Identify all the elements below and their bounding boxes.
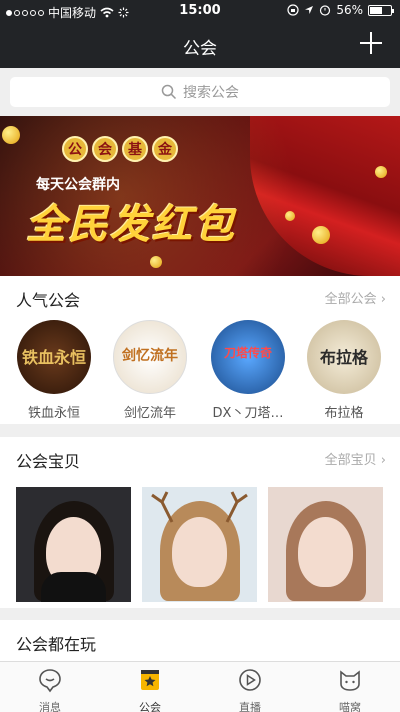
guild-avatar: 剑忆流年 (113, 320, 187, 394)
guild-avatar: 布拉格 (307, 320, 381, 394)
guild-avatar-text: 布拉格 (319, 348, 368, 367)
guild-avatar: 铁血永恒 (17, 320, 91, 394)
tab-nest[interactable]: 喵窝 (300, 662, 400, 712)
guild-name: 剑忆流年 (123, 406, 176, 421)
tab-live[interactable]: 直播 (200, 662, 300, 712)
guild-item[interactable]: 刀塔传奇 DX丶刀塔… (208, 320, 288, 421)
tab-guild[interactable]: 公会 (100, 662, 200, 712)
rotation-lock-icon (287, 4, 299, 16)
banner-subtitle: 每天公会群内 (36, 177, 120, 193)
fund-char: 基 (122, 136, 148, 162)
search-icon (161, 84, 177, 100)
coin-decoration (375, 166, 387, 178)
battery-percent: 56% (336, 3, 363, 17)
popular-guilds-section: 人气公会 全部公会 › 铁血永恒 铁血永恒 剑忆流年 剑忆流年 刀塔传奇 DX丶… (0, 276, 400, 424)
tab-label: 直播 (239, 701, 261, 712)
tab-label: 喵窝 (339, 701, 361, 712)
fund-badges: 公 会 基 金 (62, 136, 178, 162)
message-icon (39, 669, 61, 693)
guild-name: 布拉格 (324, 406, 364, 421)
section-title: 公会宝贝 (16, 452, 81, 471)
fund-char: 会 (92, 136, 118, 162)
tab-bar: 消息 公会 直播 喵窝 (0, 661, 400, 712)
guild-avatar-text: 铁血永恒 (21, 348, 86, 367)
search-bar: 搜索公会 (0, 68, 400, 116)
guild-item[interactable]: 剑忆流年 剑忆流年 (110, 320, 190, 421)
coin-decoration (312, 226, 330, 244)
nav-bar: 公会 (0, 22, 400, 68)
tab-label: 公会 (139, 701, 161, 712)
guild-item[interactable]: 布拉格 布拉格 (304, 320, 384, 421)
location-icon (305, 6, 314, 14)
guild-icon (141, 670, 159, 690)
battery-icon (368, 4, 394, 16)
guild-avatar-text: 剑忆流年 (122, 348, 178, 364)
baby-photo[interactable] (16, 487, 131, 602)
guilds-playing-section: 公会都在玩 (0, 620, 400, 661)
coin-decoration (285, 211, 295, 221)
coin-decoration (2, 126, 20, 144)
guild-avatar-text: 刀塔传奇 (223, 346, 272, 360)
fund-char: 金 (152, 136, 178, 162)
alarm-icon (320, 5, 331, 16)
section-title: 公会都在玩 (16, 635, 97, 654)
all-babies-link[interactable]: 全部宝贝 › (325, 449, 386, 468)
cat-icon (340, 670, 360, 691)
all-guilds-link[interactable]: 全部公会 › (325, 288, 386, 307)
coin-decoration (150, 256, 162, 268)
search-placeholder: 搜索公会 (183, 85, 239, 101)
play-icon (239, 669, 261, 691)
tab-messages[interactable]: 消息 (0, 662, 100, 712)
guild-item[interactable]: 铁血永恒 铁血永恒 (14, 320, 94, 421)
fund-char: 公 (62, 136, 88, 162)
status-bar: 中国移动 15:00 56% (0, 0, 400, 22)
add-icon[interactable] (358, 30, 384, 56)
baby-photo[interactable] (268, 487, 383, 602)
baby-photo[interactable] (142, 487, 257, 602)
banner-headline: 全民发红包 (26, 202, 236, 248)
promo-banner[interactable]: 公 会 基 金 每天公会群内 全民发红包 (0, 116, 400, 276)
page-title: 公会 (183, 39, 217, 59)
search-input[interactable]: 搜索公会 (10, 77, 390, 107)
guild-avatar: 刀塔传奇 (211, 320, 285, 394)
guild-name: DX丶刀塔… (212, 406, 284, 421)
tab-label: 消息 (39, 701, 61, 712)
guild-babies-section: 公会宝贝 全部宝贝 › (0, 437, 400, 608)
guild-name: 铁血永恒 (27, 406, 80, 421)
antler-decoration (151, 491, 248, 523)
section-title: 人气公会 (16, 291, 81, 310)
